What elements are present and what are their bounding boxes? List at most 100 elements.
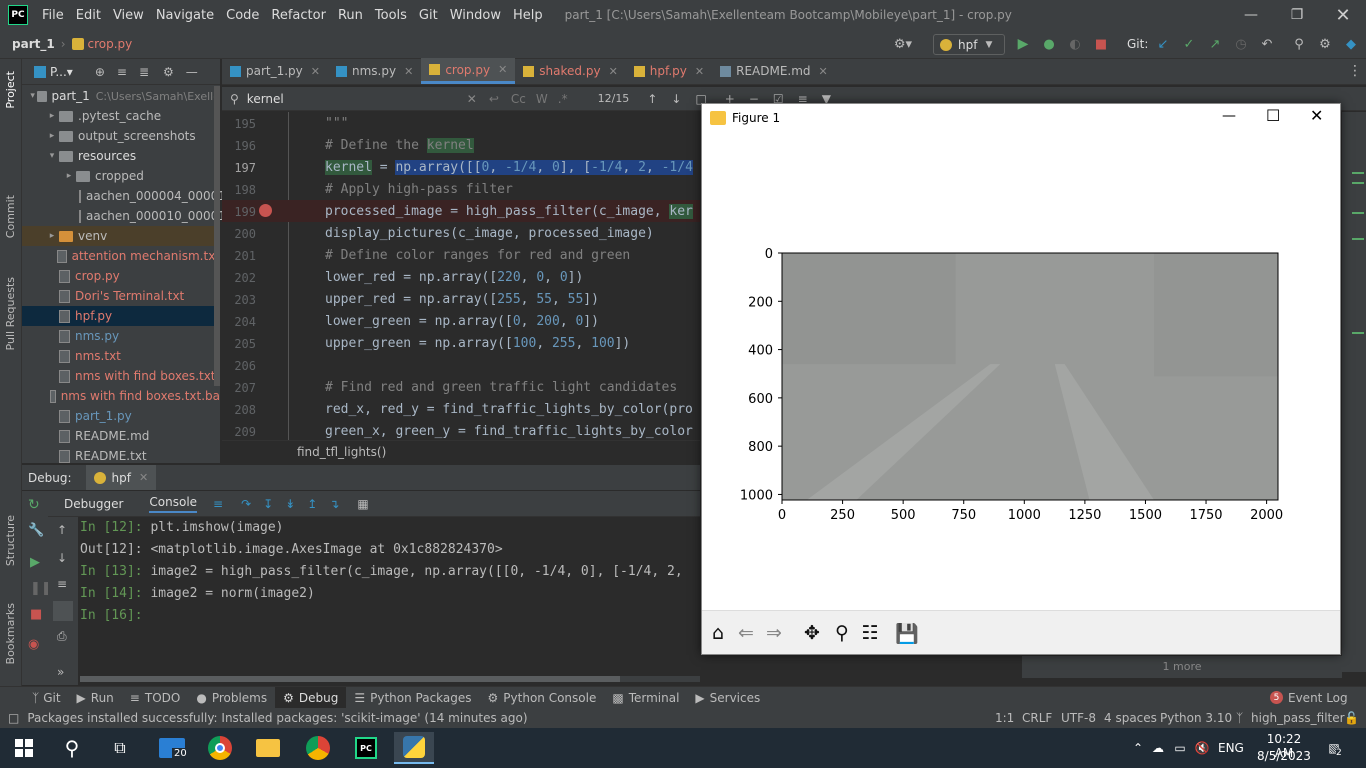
debug-icon[interactable]: ● — [1040, 35, 1058, 53]
configure-icon[interactable]: ☷ — [858, 621, 882, 645]
evaluate-icon[interactable]: ▦ — [357, 497, 368, 511]
notifications-icon[interactable]: ▧ — [1314, 732, 1354, 764]
save-icon[interactable]: 💾 — [895, 621, 919, 645]
words-button[interactable]: W — [536, 92, 548, 106]
locate-icon[interactable]: ⊕ — [95, 65, 105, 79]
resume-icon[interactable]: ▶ — [30, 555, 40, 570]
stop-icon[interactable]: ■ — [30, 607, 42, 622]
menu-refactor[interactable]: Refactor — [265, 8, 332, 23]
breadcrumb-project[interactable]: part_1 — [12, 37, 55, 51]
tree-item[interactable]: aachen_000004_000019 — [22, 186, 234, 206]
git-update-icon[interactable]: ↙ — [1154, 35, 1172, 53]
close-icon[interactable]: ✕ — [1310, 106, 1323, 125]
menu-git[interactable]: Git — [413, 8, 444, 23]
tree-item[interactable]: part_1.py — [22, 406, 220, 426]
python-taskbar-icon[interactable] — [394, 732, 434, 764]
breakpoint-icon[interactable] — [259, 204, 272, 217]
zoom-icon[interactable]: ⚲ — [830, 621, 854, 645]
collapse-all-icon[interactable]: ≡ — [117, 65, 127, 79]
chevron-down-icon[interactable]: ▾ — [28, 91, 37, 101]
tree-item[interactable]: ▾ part_1 C:\Users\Samah\Exelle — [22, 86, 220, 106]
chrome-profile-icon[interactable] — [298, 732, 338, 764]
pycharm-taskbar-icon[interactable]: PC — [346, 732, 386, 764]
restore-icon[interactable]: ❐ — [1274, 0, 1320, 30]
tree-item[interactable]: ▸ output_screenshots — [22, 126, 220, 146]
toolwindow-terminal[interactable]: ▩ Terminal — [604, 687, 687, 709]
mail-app-icon[interactable]: 20 — [152, 732, 192, 764]
tree-item[interactable]: crop.py — [22, 266, 220, 286]
git-commit-icon[interactable]: ✓ — [1180, 35, 1198, 53]
pull-requests-tool-label[interactable]: Pull Requests — [4, 277, 17, 350]
back-icon[interactable]: ⇐ — [734, 621, 758, 645]
next-occurrence-icon[interactable]: ↓ — [671, 92, 681, 106]
chevron-right-icon[interactable]: ▸ — [45, 111, 59, 121]
project-view-selector[interactable]: P...▾ — [50, 65, 73, 79]
forward-icon[interactable]: ⇒ — [762, 621, 786, 645]
previous-occurrence-icon[interactable]: ↑ — [647, 92, 657, 106]
tree-item[interactable]: ▸ .pytest_cache — [22, 106, 220, 126]
view-breakpoints-icon[interactable]: ◉ — [28, 637, 39, 652]
rerun-icon[interactable]: ↻ — [28, 497, 40, 513]
soft-wrap-icon[interactable]: ≡ — [57, 577, 67, 591]
close-tab-icon[interactable]: ✕ — [609, 65, 618, 78]
tab-debugger[interactable]: Debugger — [64, 497, 123, 511]
menu-code[interactable]: Code — [220, 8, 265, 23]
settings-icon[interactable]: ⚙ — [1316, 35, 1334, 53]
menu-run[interactable]: Run — [332, 8, 369, 23]
tab-crop-py[interactable]: crop.py ✕ — [421, 58, 516, 84]
menu-view[interactable]: View — [107, 8, 150, 23]
tree-item[interactable]: ▸ cropped — [22, 166, 220, 186]
file-explorer-icon[interactable] — [248, 732, 288, 764]
close-tab-icon[interactable]: ✕ — [139, 471, 148, 484]
tab-nms-py[interactable]: nms.py ✕ — [328, 58, 421, 84]
menu-edit[interactable]: Edit — [70, 8, 107, 23]
input-language[interactable]: ENG — [1218, 741, 1244, 755]
step-over-icon[interactable]: ↷ — [241, 497, 251, 511]
tree-item[interactable]: nms with find boxes.txt.ba — [22, 386, 220, 406]
close-tab-icon[interactable]: ✕ — [819, 65, 828, 78]
tree-item[interactable]: nms with find boxes.txt — [22, 366, 220, 386]
maximize-icon[interactable]: ☐ — [1266, 106, 1280, 125]
step-into-my-code-icon[interactable]: ↡ — [285, 497, 295, 511]
chevron-right-icon[interactable]: ▸ — [45, 131, 59, 141]
tree-scrollbar[interactable] — [214, 86, 220, 386]
task-view-icon[interactable]: ⧉ — [100, 732, 140, 764]
chevron-down-icon[interactable]: ▾ — [45, 151, 59, 161]
expand-all-icon[interactable]: ≣ — [139, 65, 149, 79]
python-interpreter[interactable]: Python 3.10 — [1160, 711, 1232, 725]
step-out-icon[interactable]: ↥ — [307, 497, 317, 511]
event-log-button[interactable]: 5 Event Log — [1262, 687, 1356, 709]
toolwindow-run[interactable]: ▶ Run — [69, 687, 122, 709]
scroll-up-icon[interactable]: ↑ — [57, 523, 67, 537]
code-editor[interactable]: 195 """ 196 # Define the kernel 197 kernel = … — [222, 112, 700, 440]
gear-icon[interactable]: ⚙ — [163, 65, 174, 79]
toolwindow-python-console[interactable]: ⚙ Python Console — [480, 687, 605, 709]
scroll-to-end-icon[interactable] — [53, 601, 73, 621]
toolwindow-problems[interactable]: ● Problems — [188, 687, 275, 709]
toolwindow-debug[interactable]: ⚙ Debug — [275, 686, 347, 709]
toolwindow-services[interactable]: ▶ Services — [687, 687, 768, 709]
debug-session-tab[interactable]: hpf ✕ — [85, 465, 157, 490]
history-icon[interactable]: ◷ — [1232, 35, 1250, 53]
layout-icon[interactable]: ≡ — [213, 497, 223, 511]
tree-item[interactable]: ▾ resources — [22, 146, 220, 166]
clear-search-icon[interactable]: ✕ — [467, 92, 477, 106]
tab-list-icon[interactable]: ⋮ — [1348, 63, 1362, 79]
status-message[interactable]: Packages installed successfully: Install… — [27, 711, 527, 725]
home-icon[interactable]: ⌂ — [706, 621, 730, 645]
tab-shaked-py[interactable]: shaked.py ✕ — [515, 58, 625, 84]
tab-hpf-py[interactable]: hpf.py ✕ — [626, 58, 712, 84]
modify-config-icon[interactable]: 🔧 — [28, 523, 44, 538]
bookmarks-tool-label[interactable]: Bookmarks — [4, 603, 17, 664]
status-icon[interactable]: □ — [8, 711, 19, 725]
project-tool-label[interactable]: Project — [4, 71, 17, 109]
chrome-icon[interactable] — [200, 732, 240, 764]
jetbrains-icon[interactable]: ◆ — [1342, 35, 1360, 53]
print-icon[interactable]: ⎙ — [57, 629, 67, 644]
menu-tools[interactable]: Tools — [369, 8, 413, 23]
breadcrumb-file[interactable]: crop.py — [88, 37, 133, 51]
tree-item[interactable]: README.md — [22, 426, 220, 446]
plot-canvas[interactable]: 0 250 500 750 1000 1250 1500 1750 2000 0 200 400 600… — [702, 132, 1340, 612]
user-icon[interactable]: ⚙▾ — [888, 35, 918, 53]
step-into-icon[interactable]: ↧ — [263, 497, 273, 511]
